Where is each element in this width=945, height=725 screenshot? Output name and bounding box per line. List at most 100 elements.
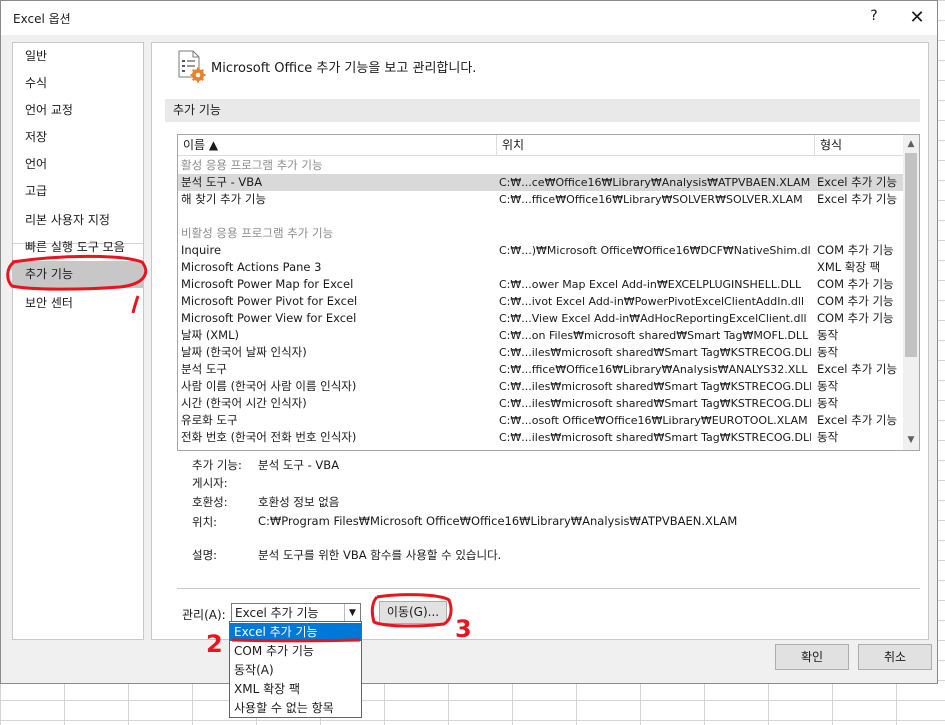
cell-type: 동작 <box>817 430 839 444</box>
cell-type: COM 추가 기능 <box>817 311 894 325</box>
help-button[interactable]: ? <box>867 8 881 24</box>
detail-addin-label: 추가 기능: <box>192 458 242 472</box>
table-row[interactable]: 시간 (한국어 시간 인식자) C:₩...iles₩microsoft sha… <box>178 395 903 412</box>
scroll-thumb[interactable] <box>905 153 917 357</box>
sidebar-item-customize-ribbon[interactable]: 리본 사용자 지정 <box>13 207 143 234</box>
sidebar-item-advanced[interactable]: 고급 <box>13 178 143 205</box>
dropdown-option[interactable]: XML 확장 팩 <box>230 680 361 698</box>
table-row[interactable]: 날짜 (한국어 날짜 인식자) C:₩...iles₩microsoft sha… <box>178 344 903 361</box>
cell-name: 해 찾기 추가 기능 <box>181 192 267 206</box>
cell-type: 동작 <box>817 328 839 342</box>
cell-name: Inquire <box>181 243 222 257</box>
cell-name: Microsoft Actions Pane 3 <box>181 260 322 274</box>
table-row[interactable]: 유로화 도구 C:₩...osoft Office₩Office16₩Libra… <box>178 412 903 429</box>
column-header-location[interactable]: 위치 <box>497 135 815 156</box>
detail-addin-value: 분석 도구 - VBA <box>258 458 340 472</box>
manage-label: 관리(A): <box>182 608 226 622</box>
cell-type: 동작 <box>817 379 839 393</box>
sidebar-item-save[interactable]: 저장 <box>13 124 143 151</box>
sidebar-item-trust-center[interactable]: 보안 센터 <box>13 290 143 317</box>
options-sidebar: 일반 수식 언어 교정 저장 언어 고급 리본 사용자 지정 빠른 실행 도구 … <box>12 42 144 640</box>
sidebar-item-general[interactable]: 일반 <box>13 43 143 70</box>
sidebar-item-proofing[interactable]: 언어 교정 <box>13 97 143 124</box>
table-row[interactable]: 전화 번호 (한국어 전화 번호 인식자) C:₩...iles₩microso… <box>178 429 903 446</box>
manage-select[interactable]: Excel 추가 기능 ▼ <box>231 603 361 623</box>
dropdown-option[interactable]: COM 추가 기능 <box>230 642 361 660</box>
ok-button[interactable]: 확인 <box>775 644 849 670</box>
detail-desc-label: 설명: <box>192 548 218 562</box>
scroll-up-icon[interactable]: ▲ <box>903 137 919 151</box>
detail-publisher-label: 게시자: <box>192 476 228 490</box>
cell-name: 유로화 도구 <box>181 413 238 427</box>
cell-type: XML 확장 팩 <box>817 260 881 274</box>
cell-location: C:₩...iles₩microsoft shared₩Smart Tag₩KS… <box>499 346 811 359</box>
cell-type: COM 추가 기능 <box>817 277 894 291</box>
dropdown-option[interactable]: 사용할 수 없는 항목 <box>230 699 361 717</box>
cell-type: Excel 추가 기능 <box>817 413 898 427</box>
cell-name: 날짜 (한국어 날짜 인식자) <box>181 345 307 359</box>
excel-options-dialog: Excel 옵션 ? ✕ 일반 수식 언어 교정 저장 언어 고급 리본 사용자… <box>0 0 938 684</box>
divider <box>177 588 920 589</box>
cell-name: 전화 번호 (한국어 전화 번호 인식자) <box>181 430 357 444</box>
cell-name: Microsoft Power Pivot for Excel <box>181 294 358 308</box>
cell-location: C:₩...ce₩Office16₩Library₩Analysis₩ATPVB… <box>499 176 811 189</box>
dropdown-option[interactable]: 동작(A) <box>230 661 361 679</box>
manage-dropdown-list: Excel 추가 기능 COM 추가 기능 동작(A) XML 확장 팩 사용할… <box>229 621 362 718</box>
addins-panel: Microsoft Office 추가 기능을 보고 관리합니다. 추가 기능 … <box>151 42 929 640</box>
table-row[interactable]: Microsoft Actions Pane 3 XML 확장 팩 <box>178 259 903 276</box>
detail-location-value: C:₩Program Files₩Microsoft Office₩Office… <box>258 514 738 528</box>
sidebar-item-formulas[interactable]: 수식 <box>13 70 143 97</box>
cell-location: C:₩...iles₩microsoft shared₩Smart Tag₩KS… <box>499 431 811 444</box>
sidebar-item-addins[interactable]: 추가 기능 <box>13 261 143 288</box>
sidebar-item-language[interactable]: 언어 <box>13 151 143 178</box>
group-active-label: 활성 응용 프로그램 추가 기능 <box>181 158 323 172</box>
cell-location: C:₩...iles₩microsoft shared₩Smart Tag₩KS… <box>499 380 811 393</box>
table-row[interactable]: 분석 도구 - VBA C:₩...ce₩Office16₩Library₩An… <box>178 174 903 191</box>
cell-name: 날짜 (XML) <box>181 328 239 342</box>
manage-select-value: Excel 추가 기능 <box>235 606 319 620</box>
cell-location: C:₩...ffice₩Office16₩Library₩Analysis₩AN… <box>499 363 808 376</box>
sidebar-item-quick-access-toolbar[interactable]: 빠른 실행 도구 모음 <box>13 234 143 261</box>
cell-type: Excel 추가 기능 <box>817 362 898 376</box>
table-row[interactable]: 날짜 (XML) C:₩...on Files₩microsoft shared… <box>178 327 903 344</box>
detail-location-label: 위치: <box>192 515 218 529</box>
table-row[interactable]: 분석 도구 C:₩...ffice₩Office16₩Library₩Analy… <box>178 361 903 378</box>
table-row[interactable]: 해 찾기 추가 기능 C:₩...ffice₩Office16₩Library₩… <box>178 191 903 208</box>
chevron-down-icon[interactable]: ▼ <box>344 604 360 622</box>
cell-name: Microsoft Power Map for Excel <box>181 277 354 291</box>
group-inactive-label: 비활성 응용 프로그램 추가 기능 <box>181 226 334 240</box>
cell-type: Excel 추가 기능 <box>817 192 898 206</box>
section-header: 추가 기능 <box>165 99 920 122</box>
detail-compat-value: 호환성 정보 없음 <box>258 495 340 509</box>
column-header-type[interactable]: 형식 <box>815 135 903 156</box>
table-row[interactable]: Inquire C:₩...)₩Microsoft Office₩Office1… <box>178 242 903 259</box>
detail-desc-value: 분석 도구를 위한 VBA 함수를 사용할 수 있습니다. <box>258 548 502 562</box>
window-title: Excel 옵션 <box>13 12 71 26</box>
cell-type: 동작 <box>817 396 839 410</box>
cancel-button[interactable]: 취소 <box>858 644 932 670</box>
detail-compat-label: 호환성: <box>192 495 228 509</box>
table-scrollbar[interactable]: ▲ ▼ <box>903 135 919 450</box>
cell-location: C:₩...iles₩microsoft shared₩Smart Tag₩KS… <box>499 397 811 410</box>
addins-table: 이름 ▲ 위치 형식 활성 응용 프로그램 추가 기능 분석 도구 - VBA … <box>177 134 920 451</box>
cell-location: C:₩...osoft Office₩Office16₩Library₩EURO… <box>499 414 808 427</box>
cell-location: C:₩...ivot Excel Add-in₩PowerPivotExcelC… <box>499 295 805 308</box>
column-header-name[interactable]: 이름 ▲ <box>178 135 497 156</box>
cell-name: 사람 이름 (한국어 사람 이름 인식자) <box>181 379 357 393</box>
cell-location: C:₩...View Excel Add-in₩AdHocReportingEx… <box>499 312 807 325</box>
cell-name: 시간 (한국어 시간 인식자) <box>181 396 307 410</box>
page-title: Microsoft Office 추가 기능을 보고 관리합니다. <box>211 61 477 76</box>
table-row[interactable]: 사람 이름 (한국어 사람 이름 인식자) C:₩...iles₩microso… <box>178 378 903 395</box>
cell-type: 동작 <box>817 345 839 359</box>
table-row[interactable]: Microsoft Power View for Excel C:₩...Vie… <box>178 310 903 327</box>
table-row[interactable]: Microsoft Power Pivot for Excel C:₩...iv… <box>178 293 903 310</box>
cell-type: COM 추가 기능 <box>817 243 894 257</box>
dropdown-option[interactable]: Excel 추가 기능 <box>230 623 361 641</box>
cell-location: C:₩...)₩Microsoft Office₩Office16₩DCF₩Na… <box>499 244 811 257</box>
scroll-down-icon[interactable]: ▼ <box>903 433 919 447</box>
addins-gear-icon <box>178 50 206 83</box>
close-button[interactable]: ✕ <box>903 5 931 31</box>
go-button[interactable]: 이동(G)... <box>379 601 447 624</box>
table-row[interactable]: Microsoft Power Map for Excel C:₩...ower… <box>178 276 903 293</box>
cell-type: Excel 추가 기능 <box>817 175 898 189</box>
